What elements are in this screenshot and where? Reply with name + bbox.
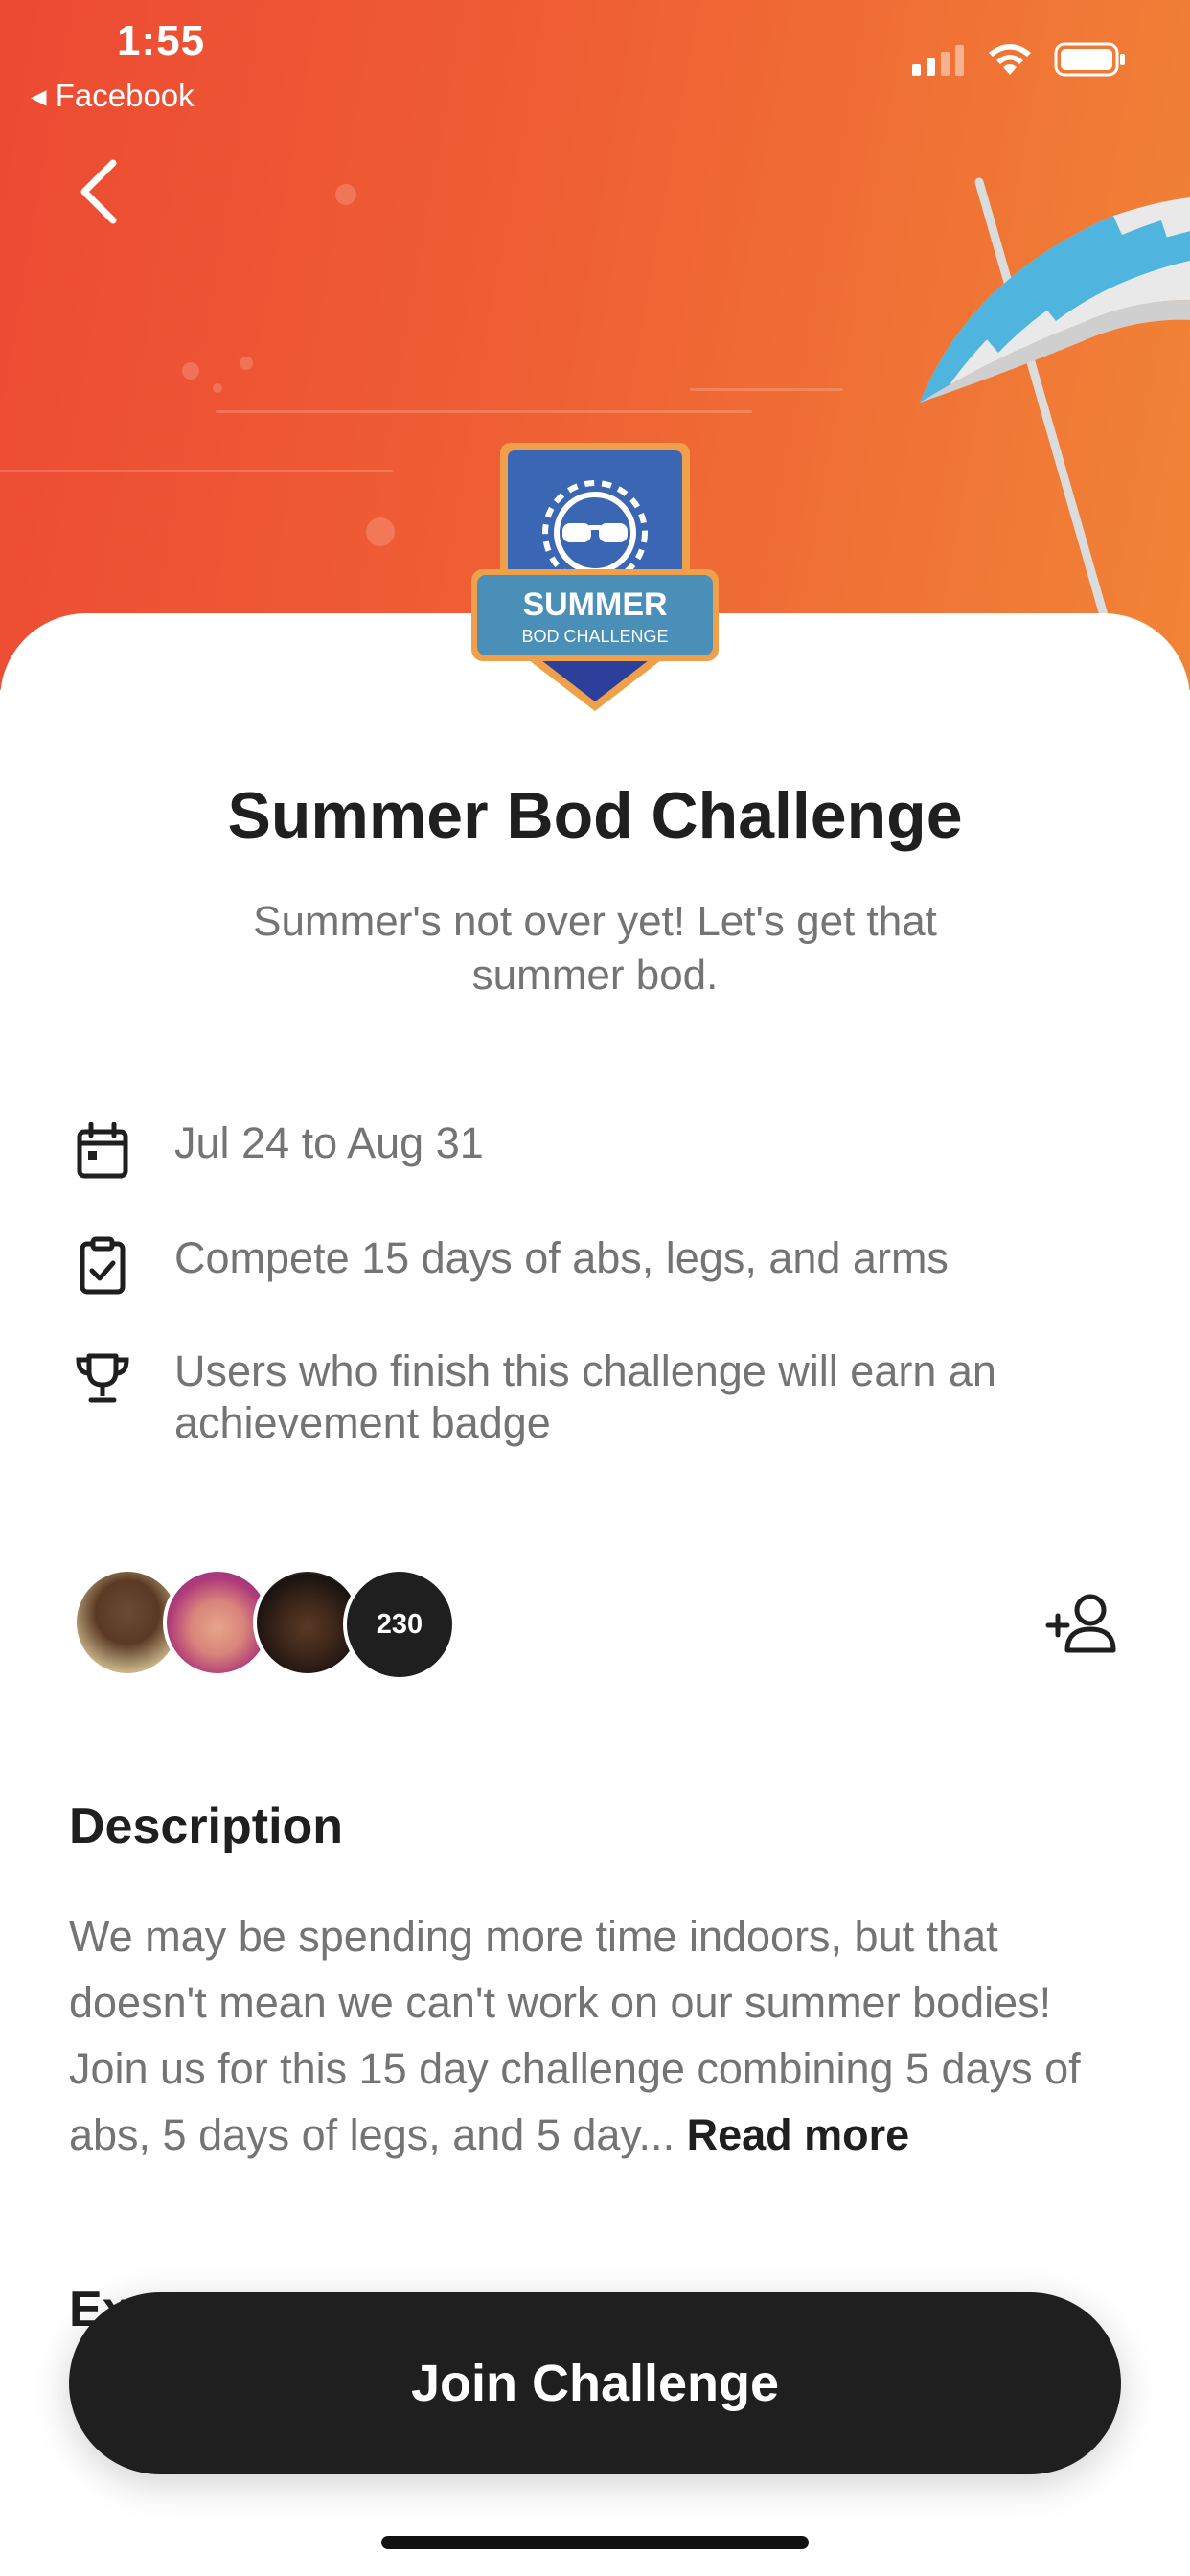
description-text: We may be spending more time indoors, bu… bbox=[69, 1912, 1081, 2159]
clipboard-check-icon bbox=[69, 1232, 136, 1300]
challenge-dates: Jul 24 to Aug 31 bbox=[174, 1118, 484, 1167]
back-to-facebook-link[interactable]: ◂ Facebook bbox=[31, 77, 195, 114]
info-row-compete: Compete 15 days of abs, legs, and arms bbox=[69, 1232, 1161, 1300]
participants-avatars[interactable]: 230 bbox=[73, 1568, 456, 1681]
info-row-dates: Jul 24 to Aug 31 bbox=[69, 1117, 1161, 1184]
join-challenge-label: Join Challenge bbox=[410, 2355, 780, 2412]
back-chevron-icon[interactable] bbox=[71, 153, 128, 230]
add-person-icon[interactable] bbox=[1044, 1591, 1121, 1658]
info-row-reward: Users who finish this challenge will ear… bbox=[69, 1346, 1161, 1449]
summer-bod-badge-icon: SUMMER BOD CHALLENGE bbox=[471, 443, 719, 711]
battery-icon bbox=[1054, 42, 1125, 77]
read-more-link[interactable]: Read more bbox=[687, 2110, 910, 2159]
signal-icon bbox=[912, 45, 964, 76]
trophy-icon bbox=[69, 1346, 136, 1413]
beach-umbrella-illustration bbox=[920, 177, 1190, 647]
badge-title: SUMMER bbox=[522, 586, 667, 623]
light-streak bbox=[0, 470, 393, 472]
wifi-icon bbox=[989, 44, 1031, 75]
challenge-compete-text: Compete 15 days of abs, legs, and arms bbox=[174, 1233, 949, 1282]
calendar-icon bbox=[69, 1117, 136, 1184]
status-time: 1:55 bbox=[117, 17, 206, 64]
bokeh-dot bbox=[182, 362, 199, 380]
challenge-title: Summer Bod Challenge bbox=[227, 779, 963, 852]
bokeh-dot bbox=[240, 356, 253, 370]
challenge-subtitle: Summer's not over yet! Let's get that su… bbox=[253, 898, 937, 999]
participant-count: 230 bbox=[343, 1568, 456, 1681]
description-heading: Description bbox=[69, 1799, 344, 1854]
bokeh-dot bbox=[335, 184, 356, 205]
status-icons bbox=[912, 42, 1127, 77]
light-streak bbox=[216, 410, 752, 413]
home-indicator[interactable] bbox=[381, 2536, 809, 2549]
bokeh-dot bbox=[213, 383, 222, 393]
bokeh-dot bbox=[366, 518, 395, 546]
join-challenge-button[interactable]: Join Challenge bbox=[69, 2292, 1121, 2474]
challenge-reward-text: Users who finish this challenge will ear… bbox=[174, 1346, 996, 1447]
light-streak bbox=[690, 388, 843, 391]
badge-subtitle: BOD CHALLENGE bbox=[521, 627, 668, 646]
description-body: We may be spending more time indoors, bu… bbox=[69, 1903, 1133, 2168]
